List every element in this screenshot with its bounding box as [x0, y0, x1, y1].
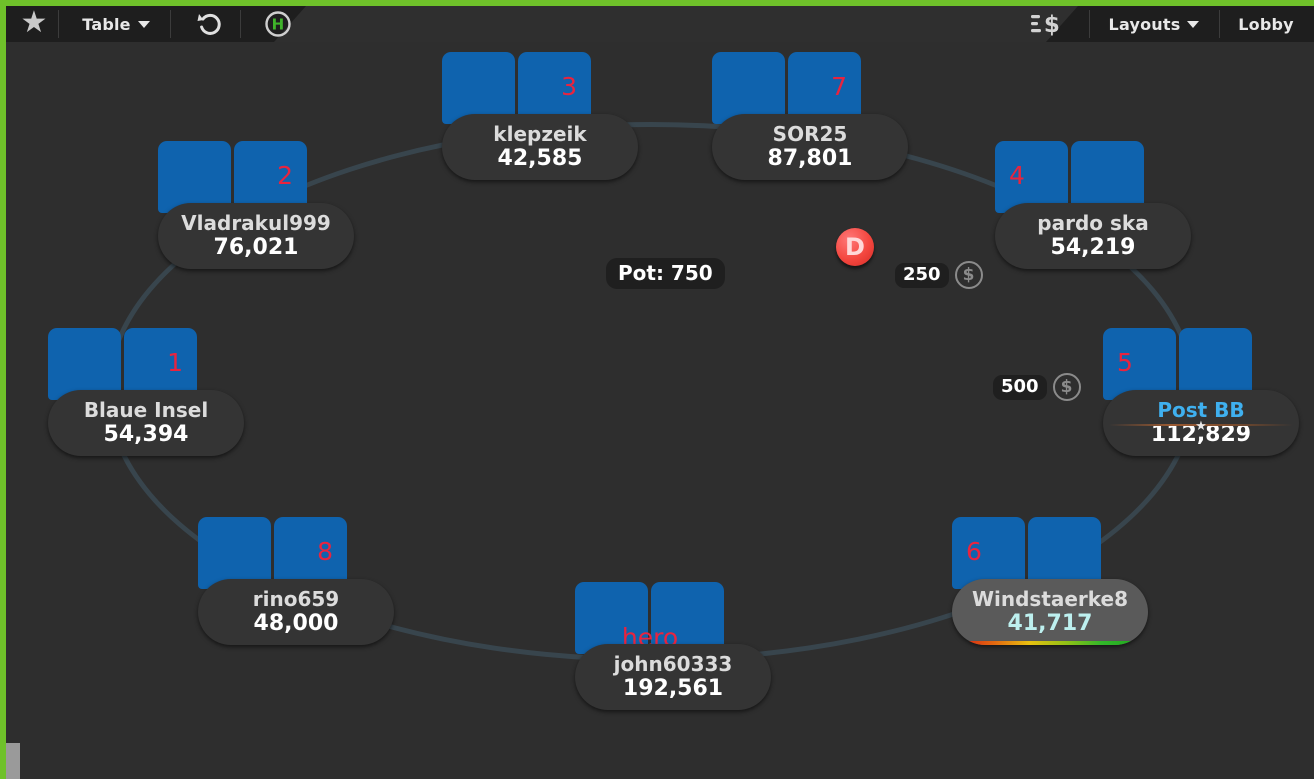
player-stack: 42,585 [497, 146, 583, 171]
star-marker-icon: ★ [1195, 419, 1207, 434]
cashier-icon: $ [1031, 12, 1060, 37]
player-name: pardo ska [1037, 211, 1149, 235]
seat-klepzeik[interactable]: 3★klepzeik42,585 [442, 52, 638, 180]
toolbar-divider [240, 10, 241, 38]
star-glyph: ★ [20, 6, 48, 40]
bet-250: 250 $ [895, 261, 983, 289]
seat-number: 5 [1117, 348, 1133, 377]
pot-display: Pot: 750 [606, 258, 725, 289]
cashier-button[interactable]: $ [1012, 6, 1082, 42]
undo-icon [197, 13, 221, 35]
seat-windstaerke8[interactable]: 6 Windstaerke8 41,717 [952, 517, 1148, 645]
seat-number: 1 [167, 348, 183, 377]
player-plate[interactable]: pardo ska 54,219 [995, 203, 1191, 269]
seat-number: 7 [831, 72, 847, 101]
hand-history-icon: H [265, 11, 291, 37]
toolbar-divider [1219, 10, 1220, 38]
player-name: Windstaerke8 [971, 587, 1129, 611]
hand-history-button[interactable]: H [250, 6, 306, 42]
seat-number: 2 [277, 161, 293, 190]
toolbar-divider [170, 10, 171, 38]
table-menu-label: Table [82, 14, 131, 34]
player-stack: 48,000 [253, 611, 339, 636]
seat-vladrakul999[interactable]: 2 Vladrakul999 76,021 [158, 141, 354, 269]
player-plate[interactable]: klepzeik 42,585 [442, 114, 638, 180]
seat-number: 6 [966, 537, 982, 566]
player-plate[interactable]: Vladrakul999 76,021 [158, 203, 354, 269]
player-name: Vladrakul999 [181, 211, 331, 235]
player-plate[interactable]: SOR25 87,801 [712, 114, 908, 180]
bet-amount: 250 [895, 262, 949, 288]
player-plate[interactable]: Blaue Insel 54,394 [48, 390, 244, 456]
seat-number: 3 [561, 72, 577, 101]
player-name: john60333 [613, 652, 733, 676]
bet-500: 500 $ [993, 373, 1081, 401]
poker-client-window: ★ Table H $ Layouts Lobby Pot: 750 D 250… [0, 0, 1314, 779]
svg-text:H: H [272, 16, 285, 34]
toolbar: ★ Table H $ Layouts Lobby [6, 6, 1314, 42]
toolbar-divider [1089, 10, 1090, 38]
chevron-down-icon [1187, 20, 1200, 28]
seat-post-bb[interactable]: 5 ★ Post BB 112,829 [1103, 328, 1299, 456]
player-plate[interactable]: ★ Post BB 112,829 [1103, 390, 1299, 456]
undo-button[interactable] [182, 6, 238, 42]
player-plate[interactable]: john60333 192,561 [575, 644, 771, 710]
player-name: SOR25 [772, 122, 848, 146]
player-stack: 192,561 [622, 676, 724, 701]
player-stack: 87,801 [767, 146, 853, 171]
seat-number: 8 [317, 537, 333, 566]
chip-icon: $ [1052, 373, 1081, 401]
player-stack: 41,717 [1007, 611, 1093, 636]
seat-blaue-insel[interactable]: 1 Blaue Insel 54,394 [48, 328, 244, 456]
chip-icon: $ [954, 261, 983, 289]
table-felt: Pot: 750 D 250 $ 500 $ 3★klepzeik42,585 … [6, 42, 1314, 779]
layouts-menu-label: Layouts [1108, 14, 1181, 34]
chevron-down-icon [137, 20, 150, 28]
player-stack: 54,394 [103, 422, 189, 447]
player-name: Blaue Insel [83, 398, 209, 422]
player-name: klepzeik [493, 122, 587, 146]
lobby-button[interactable]: Lobby [1222, 6, 1310, 42]
seat-john60333[interactable]: hero john60333 192,561 [575, 582, 771, 710]
player-name: rino659 [252, 587, 340, 611]
dealer-button: D [836, 228, 874, 266]
client-inner: ★ Table H $ Layouts Lobby Pot: 750 D 250… [6, 6, 1314, 779]
svg-text:$: $ [1044, 12, 1060, 37]
lobby-label: Lobby [1238, 14, 1294, 34]
scrollbar-thumb[interactable] [6, 743, 20, 779]
star-icon[interactable]: ★ [12, 6, 56, 42]
action-timer-bar [964, 641, 1136, 645]
toolbar-divider [58, 10, 59, 38]
player-plate[interactable]: rino659 48,000 [198, 579, 394, 645]
player-stack: 54,219 [1050, 235, 1136, 260]
seat-sor25[interactable]: 7 SOR25 87,801 [712, 52, 908, 180]
layouts-menu-button[interactable]: Layouts [1094, 6, 1214, 42]
seat-number: 4 [1009, 161, 1025, 190]
bet-amount: 500 [993, 374, 1047, 400]
player-plate[interactable]: Windstaerke8 41,717 [952, 579, 1148, 645]
player-stack: 76,021 [213, 235, 299, 260]
seat-rino659[interactable]: 8 rino659 48,000 [198, 517, 394, 645]
seat-pardo-ska[interactable]: 4 pardo ska 54,219 [995, 141, 1191, 269]
table-menu-button[interactable]: Table [70, 6, 162, 42]
